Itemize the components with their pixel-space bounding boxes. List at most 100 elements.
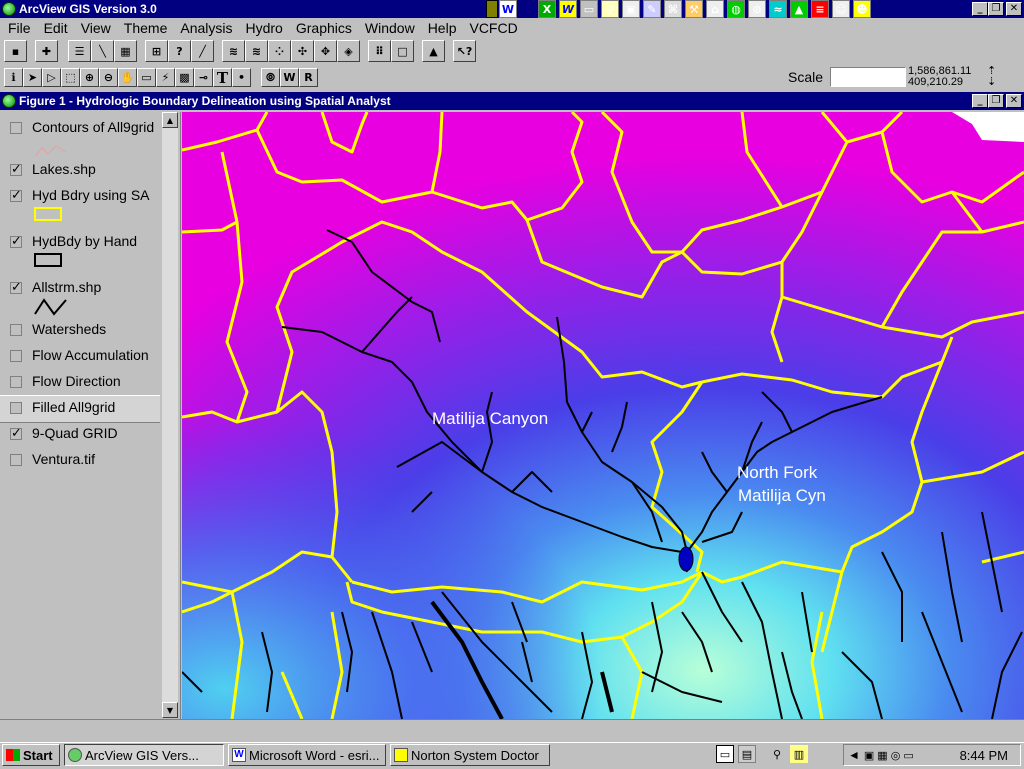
notepad-icon[interactable]: ▥ bbox=[790, 745, 808, 763]
smiley-icon[interactable]: ☻ bbox=[853, 0, 871, 18]
legend-item[interactable]: ✓ Lakes.shp bbox=[0, 160, 160, 184]
legend-item[interactable]: Contours of All9grid bbox=[0, 118, 160, 158]
view-close-icon[interactable]: ✕ bbox=[1006, 94, 1022, 108]
vertex-edit-icon[interactable]: ▷ bbox=[42, 68, 61, 87]
contour-icon[interactable]: ⦾ bbox=[261, 68, 280, 87]
monitor-tray-icon[interactable]: ▦ bbox=[877, 749, 887, 762]
draw-point-icon[interactable]: • bbox=[232, 68, 251, 87]
text-icon[interactable]: T bbox=[213, 68, 232, 87]
legend-item[interactable]: Flow Accumulation bbox=[0, 346, 160, 370]
label-icon[interactable]: ⊸ bbox=[194, 68, 213, 87]
zoom-to-selected-icon[interactable]: ✣ bbox=[291, 40, 314, 62]
menu-window[interactable]: Window bbox=[365, 20, 415, 38]
presentation-icon[interactable]: ▭ bbox=[580, 0, 598, 18]
zoom-in-tool-icon[interactable]: ⊕ bbox=[80, 68, 99, 87]
legend-item[interactable]: Flow Direction bbox=[0, 372, 160, 396]
select-features-icon[interactable]: □ bbox=[391, 40, 414, 62]
hide-legend-icon[interactable]: ▦ bbox=[114, 40, 137, 62]
scroll-up-icon[interactable]: ▲ bbox=[162, 112, 178, 128]
monitor-icon[interactable]: ▤ bbox=[738, 745, 756, 763]
taskbar-arcview[interactable]: ArcView GIS Vers... bbox=[64, 744, 224, 766]
visibility-checkbox[interactable]: ✓ bbox=[10, 281, 22, 294]
globe-icon[interactable]: ◍ bbox=[727, 0, 745, 18]
legend-item-active[interactable]: Filled All9grid bbox=[0, 395, 160, 423]
app-title-bar[interactable]: ArcView GIS Version 3.0 W X W ▭ ⚲ ▣ ✎ ⌘ … bbox=[0, 0, 1024, 18]
home-icon[interactable]: ⌂ bbox=[706, 0, 724, 18]
scheduler-tray-icon[interactable]: ◎ bbox=[891, 749, 901, 762]
area-of-interest-icon[interactable]: ▩ bbox=[175, 68, 194, 87]
minimize-icon[interactable]: _ bbox=[972, 2, 988, 16]
visibility-checkbox[interactable]: ✓ bbox=[10, 427, 22, 440]
hammer-icon[interactable]: ⚒ bbox=[685, 0, 703, 18]
word-icon[interactable]: W bbox=[499, 0, 517, 18]
visibility-checkbox[interactable] bbox=[10, 122, 22, 134]
map-view[interactable]: Matilija Canyon North Fork Matilija Cyn bbox=[182, 112, 1024, 719]
scale-input[interactable] bbox=[830, 67, 906, 87]
zoom-in-icon[interactable]: ✥ bbox=[314, 40, 337, 62]
help-icon[interactable]: ↖? bbox=[453, 40, 476, 62]
tools-icon[interactable]: ✎ bbox=[643, 0, 661, 18]
visibility-checkbox[interactable] bbox=[10, 324, 22, 336]
word-shortcut-icon[interactable]: W bbox=[559, 0, 577, 18]
visibility-checkbox[interactable] bbox=[10, 454, 22, 466]
person-icon[interactable]: ☺ bbox=[832, 0, 850, 18]
menu-file[interactable]: File bbox=[8, 20, 31, 38]
menu-help[interactable]: Help bbox=[428, 20, 457, 38]
identify-icon[interactable]: ℹ bbox=[4, 68, 23, 87]
arcview-globe-icon[interactable] bbox=[2, 2, 16, 16]
measure-icon[interactable]: ▭ bbox=[137, 68, 156, 87]
tree-icon[interactable]: ▲ bbox=[790, 0, 808, 18]
display-tray-icon[interactable]: ▭ bbox=[903, 749, 913, 762]
lake-matilija[interactable] bbox=[678, 546, 694, 572]
office-bar-icon[interactable] bbox=[486, 0, 498, 18]
legend-item[interactable]: Watersheds bbox=[0, 320, 160, 344]
landscape-icon[interactable]: ≈ bbox=[769, 0, 787, 18]
close-icon[interactable]: ✕ bbox=[1006, 2, 1022, 16]
zoom-previous-icon[interactable]: ⠿ bbox=[368, 40, 391, 62]
pan-icon[interactable]: ✋ bbox=[118, 68, 137, 87]
visibility-checkbox[interactable] bbox=[10, 402, 22, 414]
view-minimize-icon[interactable]: _ bbox=[972, 94, 988, 108]
pointer-icon[interactable]: ➤ bbox=[23, 68, 42, 87]
view-icon[interactable] bbox=[2, 94, 16, 108]
select-feature-icon[interactable]: ⬚ bbox=[61, 68, 80, 87]
volume-icon[interactable]: ◄ bbox=[848, 748, 860, 762]
paperclip-icon[interactable]: ⚲ bbox=[768, 745, 786, 763]
desktop-icon[interactable]: ▭ bbox=[716, 745, 734, 763]
watershed-tool-icon[interactable]: W bbox=[280, 68, 299, 87]
legend-item[interactable]: ✓ 9-Quad GRID bbox=[0, 424, 160, 448]
image-viewer-icon[interactable]: ▣ bbox=[622, 0, 640, 18]
visibility-checkbox[interactable]: ✓ bbox=[10, 235, 22, 248]
flag-icon[interactable]: ≡ bbox=[811, 0, 829, 18]
taskbar-norton[interactable]: Norton System Doctor bbox=[390, 744, 550, 766]
theme-properties-icon[interactable]: ☰ bbox=[68, 40, 91, 62]
find-icon[interactable]: ? bbox=[168, 40, 191, 62]
menu-vcfcd[interactable]: VCFCD bbox=[469, 20, 517, 38]
query-builder-icon[interactable]: ≋ bbox=[222, 40, 245, 62]
legend-item[interactable]: ✓ Allstrm.shp bbox=[0, 278, 160, 318]
open-table-icon[interactable]: ⊞ bbox=[145, 40, 168, 62]
legend-item[interactable]: ✓ Hyd Bdry using SA bbox=[0, 186, 160, 230]
zoom-to-themes-icon[interactable]: ⁘ bbox=[268, 40, 291, 62]
scroll-down-icon[interactable]: ▼ bbox=[162, 702, 178, 718]
menu-analysis[interactable]: Analysis bbox=[180, 20, 232, 38]
save-icon[interactable]: ▪ bbox=[4, 40, 27, 62]
zoom-out-icon[interactable]: ◈ bbox=[337, 40, 360, 62]
add-theme-icon[interactable]: ✚ bbox=[35, 40, 58, 62]
hotlink-icon[interactable]: ⚡ bbox=[156, 68, 175, 87]
menu-view[interactable]: View bbox=[81, 20, 111, 38]
locate-address-icon[interactable]: ╱ bbox=[191, 40, 214, 62]
menu-edit[interactable]: Edit bbox=[44, 20, 68, 38]
toc-scrollbar[interactable]: ▲ ▼ bbox=[162, 112, 178, 718]
find-icon[interactable]: ⚲ bbox=[601, 0, 619, 18]
maximize-icon[interactable]: ❐ bbox=[988, 2, 1004, 16]
menu-hydro[interactable]: Hydro bbox=[246, 20, 283, 38]
network-icon[interactable]: ⌘ bbox=[664, 0, 682, 18]
legend-item[interactable]: Ventura.tif bbox=[0, 450, 160, 474]
visibility-checkbox[interactable] bbox=[10, 350, 22, 362]
legend-item[interactable]: ✓ HydBdy by Hand bbox=[0, 232, 160, 276]
menu-graphics[interactable]: Graphics bbox=[296, 20, 352, 38]
network-tray-icon[interactable]: ▣ bbox=[864, 749, 874, 762]
magnifier-icon[interactable]: ⊙ bbox=[748, 0, 766, 18]
route-tool-icon[interactable]: R bbox=[299, 68, 318, 87]
